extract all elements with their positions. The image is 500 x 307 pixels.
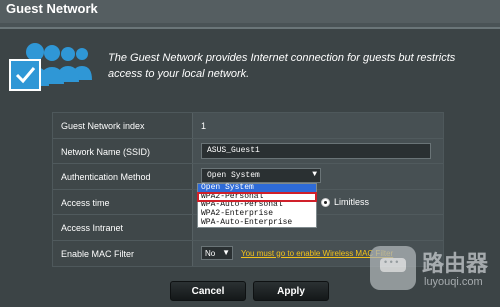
header-divider [0,23,500,29]
mac-filter-selected: No [205,248,216,258]
auth-method-selected: Open System [207,171,260,180]
watermark-title: 路由器 [422,251,489,276]
watermark-subtitle: luyouqi.com [424,276,483,288]
limitless-label: Limitless [334,196,370,207]
limitless-radio[interactable] [321,197,330,207]
intro-description: The Guest Network provides Internet conn… [108,52,456,80]
chevron-down-icon: ▼ [222,247,230,257]
watermark: 路由器 luyouqi.com [370,246,496,302]
auth-method-label: Authentication Method [53,164,193,189]
ssid-input[interactable]: ASUS_Guest1 [201,142,431,159]
row-ssid: Network Name (SSID) ASUS_Guest1 [53,138,443,164]
page-header: Guest Network [0,0,500,24]
ssid-label: Network Name (SSID) [53,138,193,163]
auth-method-dropdown: Open System WPA2-Personal WPA-Auto-Perso… [197,183,317,229]
apply-button[interactable]: Apply [253,281,329,301]
row-network-index: Guest Network index 1 [53,113,443,139]
mac-filter-select[interactable]: No ▼ [201,245,233,260]
users-check-icon [9,43,92,91]
access-intranet-label: Access Intranet [53,215,193,240]
option-wpa-auto-enterprise[interactable]: WPA-Auto-Enterprise [198,218,316,228]
router-icon [370,246,416,290]
network-index-label: Guest Network index [53,113,193,138]
auth-method-select[interactable]: Open System ▼ [201,168,321,183]
page-title: Guest Network [6,1,98,16]
chevron-down-icon: ▼ [312,170,317,179]
network-index-value: 1 [201,121,207,131]
access-time-label: Access time [53,189,193,214]
cancel-button[interactable]: Cancel [170,281,246,301]
mac-filter-label: Enable MAC Filter [53,240,193,266]
